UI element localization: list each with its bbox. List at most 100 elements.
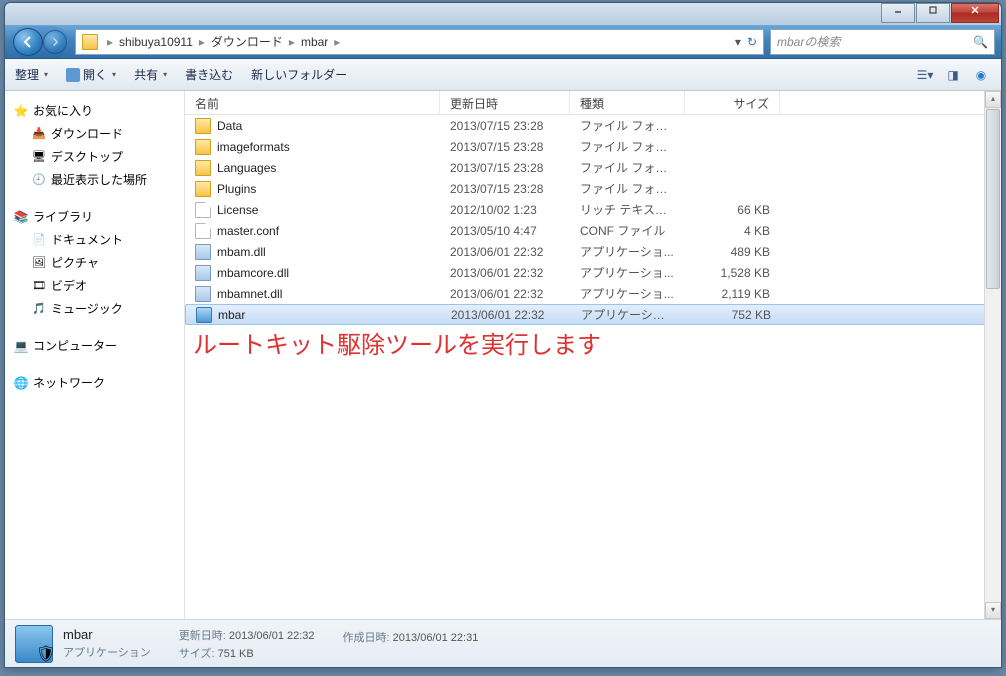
file-row[interactable]: mbamcore.dll2013/06/01 22:32アプリケーショ...1,… [185,262,1001,283]
scroll-down-button[interactable]: ▾ [985,602,1001,619]
nav-computer[interactable]: 💻コンピューター [9,334,180,357]
nav-pictures[interactable]: 🖼ピクチャ [9,251,180,274]
file-size: 2,119 KB [685,287,780,301]
file-name: mbam.dll [217,245,266,259]
back-button[interactable] [13,28,43,56]
forward-button[interactable] [43,30,67,54]
file-type: ファイル フォル... [570,180,685,197]
dll-icon [195,244,211,260]
breadcrumb-item[interactable]: ダウンロード [207,33,287,50]
refresh-icon[interactable]: ↻ [747,35,757,49]
file-type: ファイル フォル... [570,117,685,134]
file-date: 2013/07/15 23:28 [440,119,570,133]
newfolder-button[interactable]: 新しいフォルダー [251,66,347,83]
close-button[interactable] [951,3,999,23]
file-row[interactable]: mbar2013/06/01 22:32アプリケーション752 KB [185,304,1001,325]
search-input[interactable]: mbarの検索 🔍 [770,29,995,55]
address-bar: ▸ shibuya10911 ▸ ダウンロード ▸ mbar ▸ ▾ ↻ mba… [5,25,1001,59]
nav-desktop[interactable]: 🖥デスクトップ [9,145,180,168]
file-date: 2013/06/01 22:32 [440,245,570,259]
folder-icon [195,118,211,134]
nav-documents[interactable]: 📄ドキュメント [9,228,180,251]
breadcrumb[interactable]: ▸ shibuya10911 ▸ ダウンロード ▸ mbar ▸ ▾ ↻ [75,29,764,55]
file-size: 752 KB [686,308,781,322]
nav-music[interactable]: 🎵ミュージック [9,297,180,320]
file-row[interactable]: mbam.dll2013/06/01 22:32アプリケーショ...489 KB [185,241,1001,262]
file-name: Languages [217,161,276,175]
body: ⭐お気に入り 📥ダウンロード 🖥デスクトップ 🕘最近表示した場所 📚ライブラリ … [5,91,1001,619]
video-icon: 🎞 [31,278,47,294]
header-size[interactable]: サイズ [685,91,780,114]
file-type: アプリケーショ... [570,243,685,260]
star-icon: ⭐ [13,103,29,119]
preview-pane-icon[interactable]: ◨ [943,65,963,85]
download-icon: 📥 [31,126,47,142]
minimize-button[interactable] [881,3,915,23]
header-type[interactable]: 種類 [570,91,685,114]
nav-videos[interactable]: 🎞ビデオ [9,274,180,297]
file-type: アプリケーショ... [570,285,685,302]
document-icon: 📄 [31,232,47,248]
scrollbar[interactable]: ▴ ▾ [984,91,1001,619]
nav-network[interactable]: 🌐ネットワーク [9,371,180,394]
header-date[interactable]: 更新日時 [440,91,570,114]
file-row[interactable]: Data 2013/07/15 23:28ファイル フォル... [185,115,1001,136]
computer-icon: 💻 [13,338,29,354]
column-headers: 名前 更新日時 種類 サイズ [185,91,1001,115]
file-size: 4 KB [685,224,780,238]
dll-icon [195,286,211,302]
file-date: 2013/07/15 23:28 [440,182,570,196]
file-row[interactable]: Plugins2013/07/15 23:28ファイル フォル... [185,178,1001,199]
file-date: 2013/06/01 22:32 [441,308,571,322]
file-size: 1,528 KB [685,266,780,280]
file-date: 2013/06/01 22:32 [440,287,570,301]
nav-recent[interactable]: 🕘最近表示した場所 [9,168,180,191]
scroll-up-button[interactable]: ▴ [985,91,1001,108]
maximize-button[interactable] [916,3,950,23]
recent-icon: 🕘 [31,172,47,188]
exe-icon [196,307,212,323]
details-type: アプリケーション [63,644,151,660]
header-name[interactable]: 名前 [185,91,440,114]
breadcrumb-item[interactable]: shibuya10911 [115,35,197,49]
file-row[interactable]: mbamnet.dll 2013/06/01 22:32アプリケーショ...2,1… [185,283,1001,304]
file-name: License [217,203,258,217]
file-name: mbar [218,308,245,322]
explorer-window: ▸ shibuya10911 ▸ ダウンロード ▸ mbar ▸ ▾ ↻ mba… [4,2,1002,668]
folder-icon [195,160,211,176]
file-row[interactable]: License2012/10/02 1:23リッチ テキスト ...66 KB [185,199,1001,220]
file-name: mbamnet.dll [217,287,282,301]
file-row[interactable]: Languages2013/07/15 23:28ファイル フォル... [185,157,1001,178]
file-row[interactable]: imageformats2013/07/15 23:28ファイル フォル... [185,136,1001,157]
file-type: アプリケーショ... [570,264,685,281]
help-icon[interactable]: ◉ [971,65,991,85]
search-icon[interactable]: 🔍 [973,35,988,49]
burn-button[interactable]: 書き込む [185,66,233,83]
app-icon [66,68,80,82]
details-icon [15,625,53,663]
folder-icon [195,139,211,155]
file-name: imageformats [217,140,290,154]
nav-downloads[interactable]: 📥ダウンロード [9,122,180,145]
file-row[interactable]: master.conf2013/05/10 4:47CONF ファイル4 KB [185,220,1001,241]
scroll-thumb[interactable] [986,109,1000,289]
file-list: Data2013/07/15 23:28ファイル フォル...imageform… [185,115,1001,619]
file-type: ファイル フォル... [570,138,685,155]
file-name: Data [217,119,242,133]
open-button[interactable]: 開く [66,66,116,83]
view-options-icon[interactable]: ☰▾ [915,65,935,85]
titlebar [5,3,1001,25]
file-name: master.conf [217,224,279,238]
dll-icon [195,265,211,281]
dropdown-icon[interactable]: ▾ [735,35,741,49]
nav-libraries[interactable]: 📚ライブラリ [9,205,180,228]
share-button[interactable]: 共有 [134,66,167,83]
nav-favorites[interactable]: ⭐お気に入り [9,99,180,122]
breadcrumb-item[interactable]: mbar [297,35,332,49]
file-icon [195,202,211,218]
details-name: mbar [63,627,151,642]
organize-button[interactable]: 整理 [15,66,48,83]
file-date: 2013/07/15 23:28 [440,161,570,175]
file-icon [195,223,211,239]
library-icon: 📚 [13,209,29,225]
